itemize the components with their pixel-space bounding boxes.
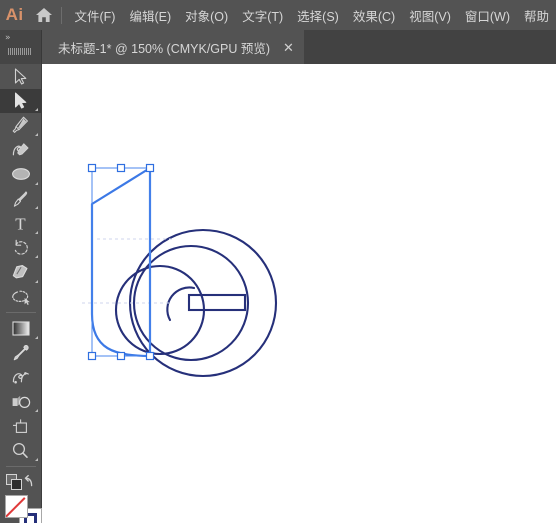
fill-stroke-controls — [0, 494, 42, 523]
menu-edit[interactable]: 编辑(E) — [122, 2, 178, 29]
lasso-icon — [11, 290, 30, 305]
pen-icon — [12, 116, 28, 134]
type-tool[interactable]: T — [0, 211, 41, 236]
illustrator-window: Ai 文件(F) 编辑(E) 对象(O) 文字(T) 选择(S) 效果(C) 视… — [0, 0, 556, 523]
no-fill-slash-icon — [6, 496, 27, 517]
tool-divider — [5, 312, 36, 313]
direct-selection-tool[interactable] — [0, 88, 41, 113]
flyout-indicator-icon — [35, 181, 38, 185]
lasso-tool[interactable] — [0, 285, 41, 310]
selection-handle — [145, 163, 155, 173]
selection-handle — [116, 351, 126, 361]
svg-text:T: T — [15, 215, 26, 232]
flyout-indicator-icon — [35, 409, 38, 412]
flyout-indicator-icon — [35, 255, 38, 258]
type-t-icon: T — [15, 215, 26, 232]
blend-tool[interactable] — [0, 365, 41, 390]
menu-object[interactable]: 对象(O) — [178, 2, 235, 29]
gradient-icon — [11, 321, 30, 336]
home-button[interactable] — [29, 0, 58, 30]
toolbar-bottom-controls — [0, 470, 41, 492]
flyout-indicator-icon — [35, 279, 38, 283]
change-screen-mode-icon-back[interactable] — [11, 479, 22, 490]
artwork-group — [82, 163, 278, 378]
flyout-indicator-icon — [35, 132, 38, 136]
toolbar-drag-handle[interactable] — [8, 48, 32, 55]
tool-divider — [5, 466, 36, 467]
document-tab-bar: 未标题-1* @ 150% (CMYK/GPU 预览) ✕ — [0, 30, 556, 64]
flyout-indicator-icon — [35, 335, 38, 339]
menu-select[interactable]: 选择(S) — [290, 2, 346, 29]
pen-tool[interactable] — [0, 113, 41, 138]
artwork-layer — [82, 163, 278, 378]
document-tab[interactable]: 未标题-1* @ 150% (CMYK/GPU 预览) ✕ — [42, 30, 304, 64]
menu-divider — [60, 6, 62, 24]
fill-swatch[interactable] — [5, 495, 28, 518]
document-canvas[interactable] — [42, 64, 556, 523]
paintbrush-icon — [13, 191, 27, 207]
app-logo-icon: Ai — [0, 0, 29, 30]
eraser-tool[interactable] — [0, 260, 41, 285]
direct-selection-arrow-icon — [15, 92, 27, 109]
menu-type[interactable]: 文字(T) — [235, 2, 290, 29]
eraser-icon — [12, 265, 28, 279]
expand-panels-icon[interactable]: » — [5, 33, 10, 43]
shape-builder-tool[interactable] — [0, 390, 41, 415]
selection-arrow-icon — [14, 68, 27, 85]
app-logo-text: Ai — [5, 5, 24, 24]
rotate-icon — [14, 240, 28, 255]
selection-tool[interactable] — [0, 64, 41, 89]
zoom-tool[interactable] — [0, 439, 41, 464]
document-tab-label: 未标题-1* @ 150% (CMYK/GPU 预览) — [58, 41, 271, 56]
flyout-indicator-icon — [35, 108, 38, 111]
home-icon — [35, 8, 52, 22]
curvature-tool[interactable] — [0, 138, 41, 163]
eyedropper-tool[interactable] — [0, 341, 41, 366]
menu-bar: Ai 文件(F) 编辑(E) 对象(O) 文字(T) 选择(S) 效果(C) 视… — [0, 0, 556, 30]
eyedropper-icon — [13, 344, 29, 360]
artboard-tool[interactable] — [0, 414, 41, 439]
rotate-tool[interactable] — [0, 236, 41, 261]
selection-handle — [116, 163, 126, 173]
flyout-indicator-icon — [35, 206, 38, 209]
paintbrush-tool[interactable] — [0, 187, 41, 212]
edit-toolbar-arrow-icon — [24, 474, 33, 487]
panel-collapse-rail: » — [0, 30, 42, 64]
blend-icon — [12, 372, 29, 384]
menu-window[interactable]: 窗口(W) — [458, 2, 517, 29]
selection-handle — [87, 351, 97, 361]
menu-item-list: 文件(F) 编辑(E) 对象(O) 文字(T) 选择(S) 效果(C) 视图(V… — [67, 2, 556, 29]
shape-builder-icon — [12, 395, 30, 408]
gradient-tool[interactable] — [0, 316, 41, 341]
menu-effect[interactable]: 效果(C) — [346, 2, 402, 29]
ellipse-icon — [11, 168, 30, 181]
tools-panel: T — [0, 64, 42, 523]
flyout-indicator-icon — [35, 230, 38, 234]
menu-help[interactable]: 帮助 — [517, 2, 556, 29]
crossbar-rectangle — [187, 293, 247, 312]
ellipse-tool[interactable] — [0, 162, 41, 187]
close-icon[interactable]: ✕ — [283, 41, 294, 54]
flyout-indicator-icon — [35, 458, 38, 461]
selection-handle — [145, 351, 155, 361]
menu-view[interactable]: 视图(V) — [402, 2, 458, 29]
selection-handle — [87, 163, 97, 173]
curvature-pen-icon — [12, 143, 29, 156]
menu-file[interactable]: 文件(F) — [67, 2, 122, 29]
artboard-icon — [13, 419, 27, 433]
magnifier-icon — [12, 443, 28, 459]
